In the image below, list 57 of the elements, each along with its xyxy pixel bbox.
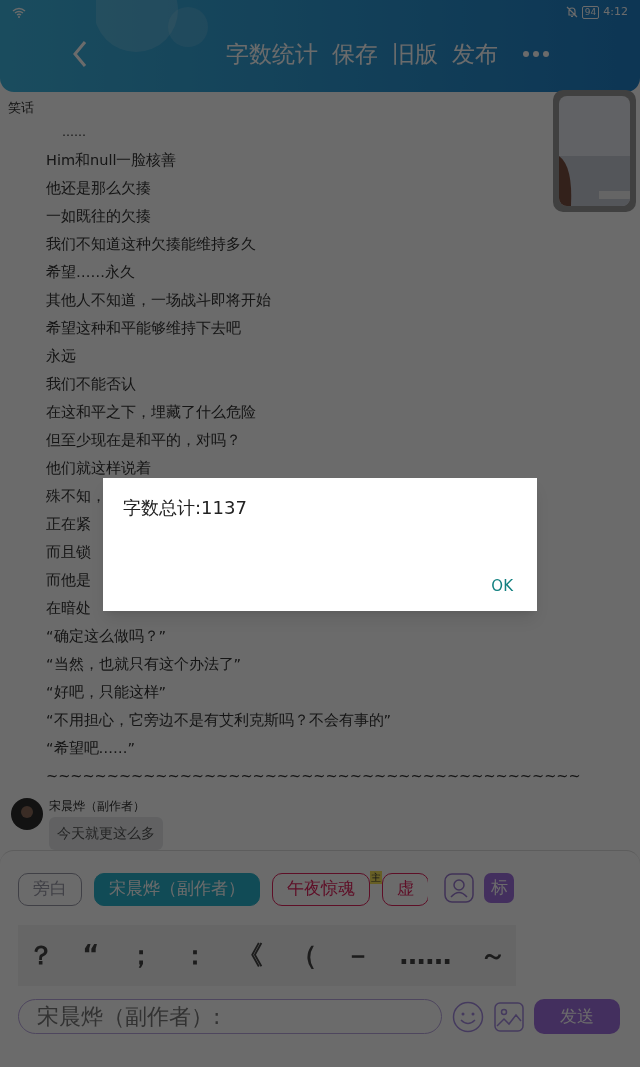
punctuation-key[interactable]: …… — [397, 936, 454, 975]
story-line: 我们不知道这种欠揍能维持多久 — [46, 235, 256, 254]
wifi-icon — [12, 6, 26, 18]
more-icon[interactable] — [522, 50, 550, 58]
comment-author: 宋晨烨（副作者） — [49, 798, 146, 814]
avatar — [11, 798, 43, 830]
header-action-button[interactable]: 旧版 — [392, 36, 438, 72]
role-chip[interactable]: 午夜惊魂 — [272, 872, 370, 906]
story-line: 在暗处 — [46, 599, 91, 618]
story-line: 而且锁 — [46, 543, 91, 562]
clock-time: 4:12 — [603, 3, 628, 20]
video-preview[interactable] — [553, 90, 636, 212]
story-line: “确定这么做吗？” — [46, 627, 167, 646]
story-line: “当然，也就只有这个办法了” — [46, 655, 242, 674]
comment-bubble: 今天就更这么多 — [49, 817, 163, 850]
story-line: “希望吧……” — [46, 739, 136, 758]
story-line: 在这和平之下，埋藏了什么危险 — [46, 403, 256, 422]
story-line: “不用担心，它旁边不是有艾利克斯吗？不会有事的” — [46, 711, 392, 730]
header-action-button[interactable]: 保存 — [332, 36, 378, 72]
story-line: 他们就这样说着 — [46, 459, 151, 478]
lead-badge: 主 — [370, 870, 382, 884]
story-line: 而他是 — [46, 571, 91, 590]
story-line: 但至少现在是和平的，对吗？ — [46, 431, 241, 450]
punctuation-key[interactable]: ： — [180, 936, 211, 975]
story-line: 希望……永久 — [46, 263, 135, 282]
bell-off-icon — [565, 6, 578, 18]
punctuation-key[interactable]: ； — [125, 936, 156, 975]
back-icon[interactable] — [72, 40, 88, 68]
story-line: “好吧，只能这样” — [46, 683, 167, 702]
person-icon[interactable] — [444, 873, 474, 903]
story-line: ~~~~~~~~~~~~~~~~~~~~~~~~~~~~~~~~~~~~~~~~~~~~ — [46, 767, 581, 786]
role-chip[interactable]: 宋晨烨（副作者） — [94, 872, 260, 906]
story-line: …… — [61, 124, 86, 141]
image-icon[interactable] — [494, 1001, 524, 1032]
punctuation-key[interactable]: ～ — [477, 936, 508, 975]
smiley-icon[interactable] — [452, 1000, 484, 1033]
story-line: 正在紧 — [46, 515, 91, 534]
story-line: 其他人不知道，一场战斗即将开始 — [46, 291, 271, 310]
punctuation-key[interactable]: （ — [288, 936, 319, 975]
punctuation-key[interactable]: － — [343, 936, 374, 975]
story-line: 一如既往的欠揍 — [46, 207, 151, 226]
story-line: 我们不能否认 — [46, 375, 136, 394]
header-action-button[interactable]: 字数统计 — [226, 36, 318, 72]
story-line: 他还是那么欠揍 — [46, 179, 151, 198]
story-line: 殊不知， — [46, 487, 106, 506]
ok-button[interactable]: OK — [489, 574, 515, 597]
punctuation-key[interactable]: “ — [80, 936, 102, 975]
story-line: 永远 — [46, 347, 76, 366]
header-action-button[interactable]: 发布 — [452, 36, 498, 72]
battery-level: 94 — [581, 5, 600, 19]
document-title: 笑话 — [7, 99, 35, 117]
story-line: Him和null一脸核善 — [46, 151, 177, 170]
story-line: 希望这种和平能够维持下去吧 — [46, 319, 241, 338]
message-input[interactable]: 宋晨烨（副作者）: — [18, 999, 442, 1034]
punctuation-key[interactable]: ？ — [26, 936, 56, 975]
word-count-message: 字数总计:1137 — [123, 496, 247, 520]
punctuation-key[interactable]: 《 — [234, 936, 265, 975]
